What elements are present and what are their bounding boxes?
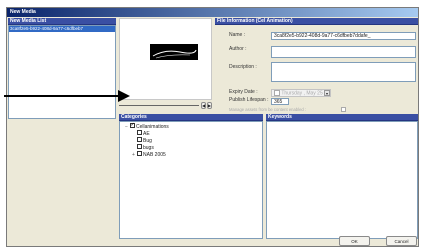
- annotation-arrow: [4, 90, 130, 102]
